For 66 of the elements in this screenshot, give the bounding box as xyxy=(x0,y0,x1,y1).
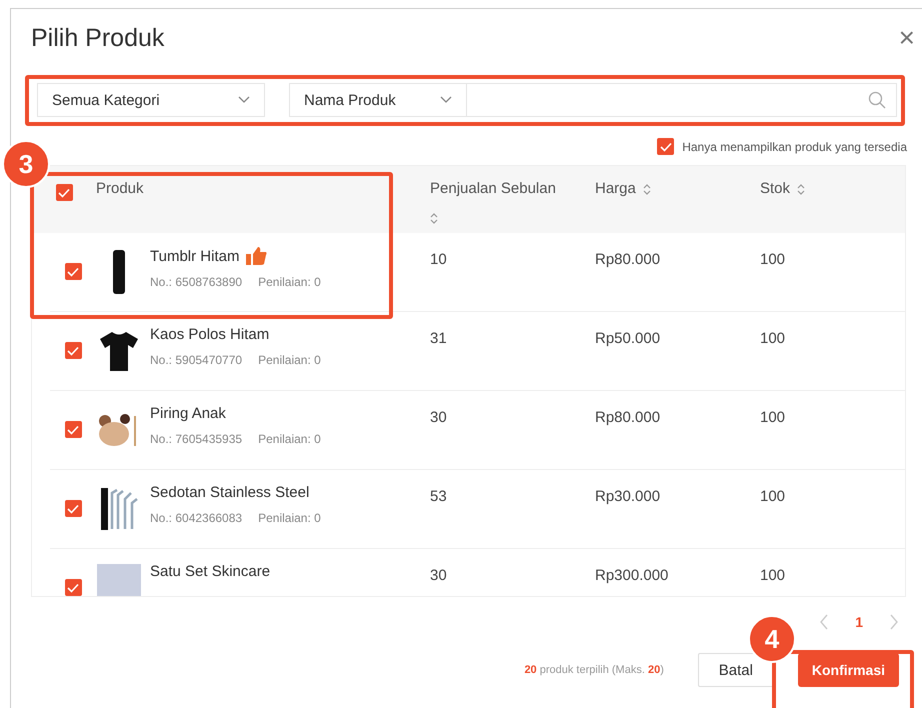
table-cell-text: Rp30.000 xyxy=(595,488,660,507)
product-name: Kaos Polos Hitam xyxy=(150,326,270,343)
check-icon xyxy=(660,142,672,152)
table-cell-text: 100 xyxy=(760,251,786,270)
product-number: No.: 6508763890 xyxy=(150,275,242,289)
checkbox[interactable] xyxy=(657,138,674,155)
confirm-button[interactable]: Konfirmasi xyxy=(798,653,899,687)
chevron-down-icon xyxy=(440,96,452,104)
check-icon xyxy=(67,582,79,592)
check-icon xyxy=(67,504,79,514)
sort-icon[interactable] xyxy=(797,184,806,195)
table-cell-text: 53 xyxy=(430,488,447,507)
sort-icon[interactable] xyxy=(430,212,438,224)
tshirt-image xyxy=(98,330,140,372)
table-cell-text: 30 xyxy=(430,567,447,586)
product-rating: Penilaian: 0 xyxy=(258,275,321,289)
table-cell-text: Rp80.000 xyxy=(595,409,660,428)
column-header: Harga xyxy=(595,180,636,197)
dialog-title: Pilih Produk xyxy=(31,24,164,52)
row-checkbox[interactable] xyxy=(64,500,82,517)
straws-image xyxy=(99,487,139,531)
thumbs-up-icon xyxy=(245,247,268,265)
row-checkbox[interactable] xyxy=(64,579,82,596)
check-icon xyxy=(67,266,79,276)
table-cell-text: 10 xyxy=(430,251,447,270)
product-name: Sedotan Stainless Steel xyxy=(150,484,310,501)
product-number: No.: 6042366083 xyxy=(150,511,242,525)
product-number: No.: 5905470770 xyxy=(150,353,242,367)
column-header: Penjualan Sebulan xyxy=(430,180,556,197)
selection-summary: 20 produk terpilih (Maks. 20) xyxy=(524,664,664,676)
cancel-button[interactable]: Batal xyxy=(698,653,774,687)
column-header: Stok xyxy=(760,180,790,197)
table-cell-text: 100 xyxy=(760,488,786,507)
product-rating: Penilaian: 0 xyxy=(258,511,321,525)
table-cell-text: 30 xyxy=(430,409,447,428)
product-name: Satu Set Skincare xyxy=(150,563,270,580)
checkbox-label: Hanya menampilkan produk yang tersedia xyxy=(682,140,907,154)
table-cell-text: 100 xyxy=(760,567,786,586)
table-cell-text: 100 xyxy=(760,330,786,349)
check-icon xyxy=(58,188,70,198)
chevron-down-icon xyxy=(238,96,250,104)
check-icon xyxy=(67,346,79,356)
table-cell-text: 100 xyxy=(760,409,786,428)
product-rating: Penilaian: 0 xyxy=(258,432,321,446)
row-checkbox[interactable] xyxy=(64,421,82,438)
product-rating: Penilaian: 0 xyxy=(258,353,321,367)
table-cell-text: Rp300.000 xyxy=(595,567,668,586)
sort-icon[interactable] xyxy=(642,184,651,195)
page-link[interactable]: 1 xyxy=(855,614,863,630)
search-field[interactable] xyxy=(467,83,897,117)
field-dropdown[interactable]: Nama Produk xyxy=(289,83,467,117)
table-cell-text: Rp80.000 xyxy=(595,251,660,270)
table-cell-text: 31 xyxy=(430,330,447,349)
product-number: No.: 7605435935 xyxy=(150,432,242,446)
row-checkbox[interactable] xyxy=(64,263,82,280)
product-name: Piring Anak xyxy=(150,405,226,422)
check-icon xyxy=(67,424,79,434)
row-checkbox[interactable] xyxy=(64,342,82,359)
column-header: Produk xyxy=(96,180,144,197)
category-dropdown[interactable]: Semua Kategori xyxy=(37,83,265,117)
product-name: Tumblr Hitam xyxy=(150,248,240,264)
close-button[interactable]: × xyxy=(898,24,915,52)
select-all-checkbox[interactable] xyxy=(56,184,72,201)
search-icon xyxy=(868,91,886,109)
table-cell-text: Rp50.000 xyxy=(595,330,660,349)
tumbler-image xyxy=(112,250,126,294)
